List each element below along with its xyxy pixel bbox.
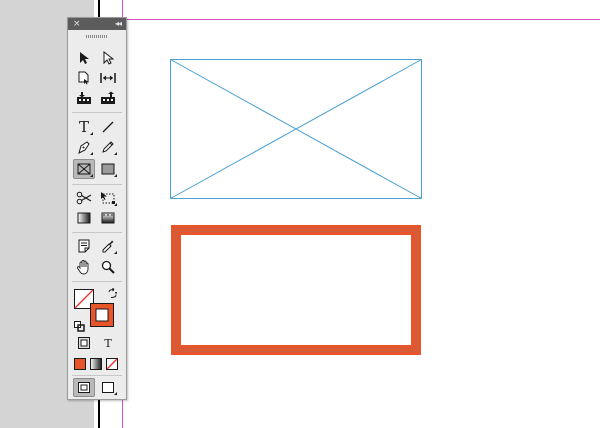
direct-selection-tool[interactable] (98, 49, 118, 67)
apply-gradient-button[interactable] (88, 355, 104, 373)
gradient-icon (77, 212, 91, 224)
default-fill-stroke-icon[interactable] (74, 321, 85, 332)
gradient-swatch-tool[interactable] (74, 209, 94, 227)
eyedropper-tool[interactable] (98, 237, 118, 255)
screen-mode-icon (102, 381, 114, 393)
separator (72, 232, 122, 233)
hand-icon (77, 260, 89, 275)
apply-color-button[interactable] (72, 355, 88, 373)
apply-gradient-icon (90, 358, 102, 370)
scissors-tool[interactable] (74, 189, 94, 207)
placer-icon (101, 91, 115, 104)
submenu-indicator (114, 174, 117, 177)
apply-none-icon (106, 358, 118, 370)
type-icon: T (78, 118, 89, 136)
feather-icon (101, 212, 115, 224)
placeholder-image-frame[interactable] (170, 59, 422, 199)
white-arrow-icon (103, 51, 114, 65)
orange-stroke-rectangle[interactable] (171, 225, 421, 355)
selection-tool[interactable] (74, 49, 94, 67)
submenu-indicator (90, 132, 93, 135)
pen-icon (78, 141, 90, 154)
pencil-tool[interactable] (98, 138, 118, 156)
submenu-indicator (90, 174, 93, 177)
note-tool[interactable] (74, 237, 94, 255)
note-icon (78, 239, 90, 253)
gap-tool[interactable] (98, 69, 118, 87)
tools-panel[interactable]: × ◂◂ T T (67, 17, 127, 400)
hand-tool[interactable] (74, 258, 94, 276)
collector-icon (77, 92, 91, 104)
rect-frame-icon (77, 163, 91, 175)
magnifier-icon (101, 260, 115, 274)
line-icon (102, 121, 114, 133)
line-tool[interactable] (98, 118, 118, 136)
rectangle-frame-tool[interactable] (73, 159, 95, 179)
screen-mode-button[interactable] (98, 378, 118, 396)
formatting-affects-text[interactable]: T (98, 334, 118, 352)
page-icon (78, 71, 89, 85)
fill-stroke-proxy[interactable] (74, 288, 120, 332)
rect-icon (101, 163, 115, 175)
type-tool[interactable]: T (74, 118, 94, 136)
pen-tool[interactable] (74, 138, 94, 156)
content-collector-tool[interactable] (74, 89, 94, 107)
black-arrow-icon (80, 52, 89, 64)
panel-grip[interactable] (86, 35, 108, 38)
scissors-icon (76, 191, 92, 205)
submenu-indicator (114, 152, 117, 155)
eyedropper-icon (102, 240, 114, 253)
text-formatting-icon: T (104, 336, 112, 350)
apply-none-button[interactable] (104, 355, 120, 373)
free-transform-tool[interactable] (98, 189, 118, 207)
content-placer-tool[interactable] (98, 89, 118, 107)
apply-color-icon (74, 358, 86, 370)
page-tool[interactable] (74, 69, 94, 87)
rectangle-tool[interactable] (98, 160, 118, 178)
gap-icon (100, 73, 116, 83)
separator (72, 281, 122, 282)
close-panel-button[interactable]: × (73, 18, 81, 30)
tools-panel-titlebar[interactable]: × ◂◂ (68, 18, 126, 30)
pencil-icon (102, 141, 114, 153)
separator (72, 184, 122, 185)
normal-view-icon (78, 382, 90, 393)
separator (72, 375, 122, 376)
zoom-tool[interactable] (98, 258, 118, 276)
gradient-feather-tool[interactable] (98, 209, 118, 227)
submenu-indicator (90, 152, 93, 155)
normal-view-button[interactable] (73, 378, 95, 397)
container-icon (78, 337, 90, 349)
submenu-indicator (114, 203, 117, 206)
formatting-affects-container[interactable] (74, 334, 94, 352)
separator (72, 112, 122, 113)
stroke-color-swatch-icon[interactable] (90, 303, 114, 327)
swap-fill-stroke-icon[interactable] (107, 288, 118, 299)
submenu-indicator (114, 392, 117, 395)
submenu-indicator (114, 251, 117, 254)
collapse-panel-button[interactable]: ◂◂ (115, 18, 122, 30)
